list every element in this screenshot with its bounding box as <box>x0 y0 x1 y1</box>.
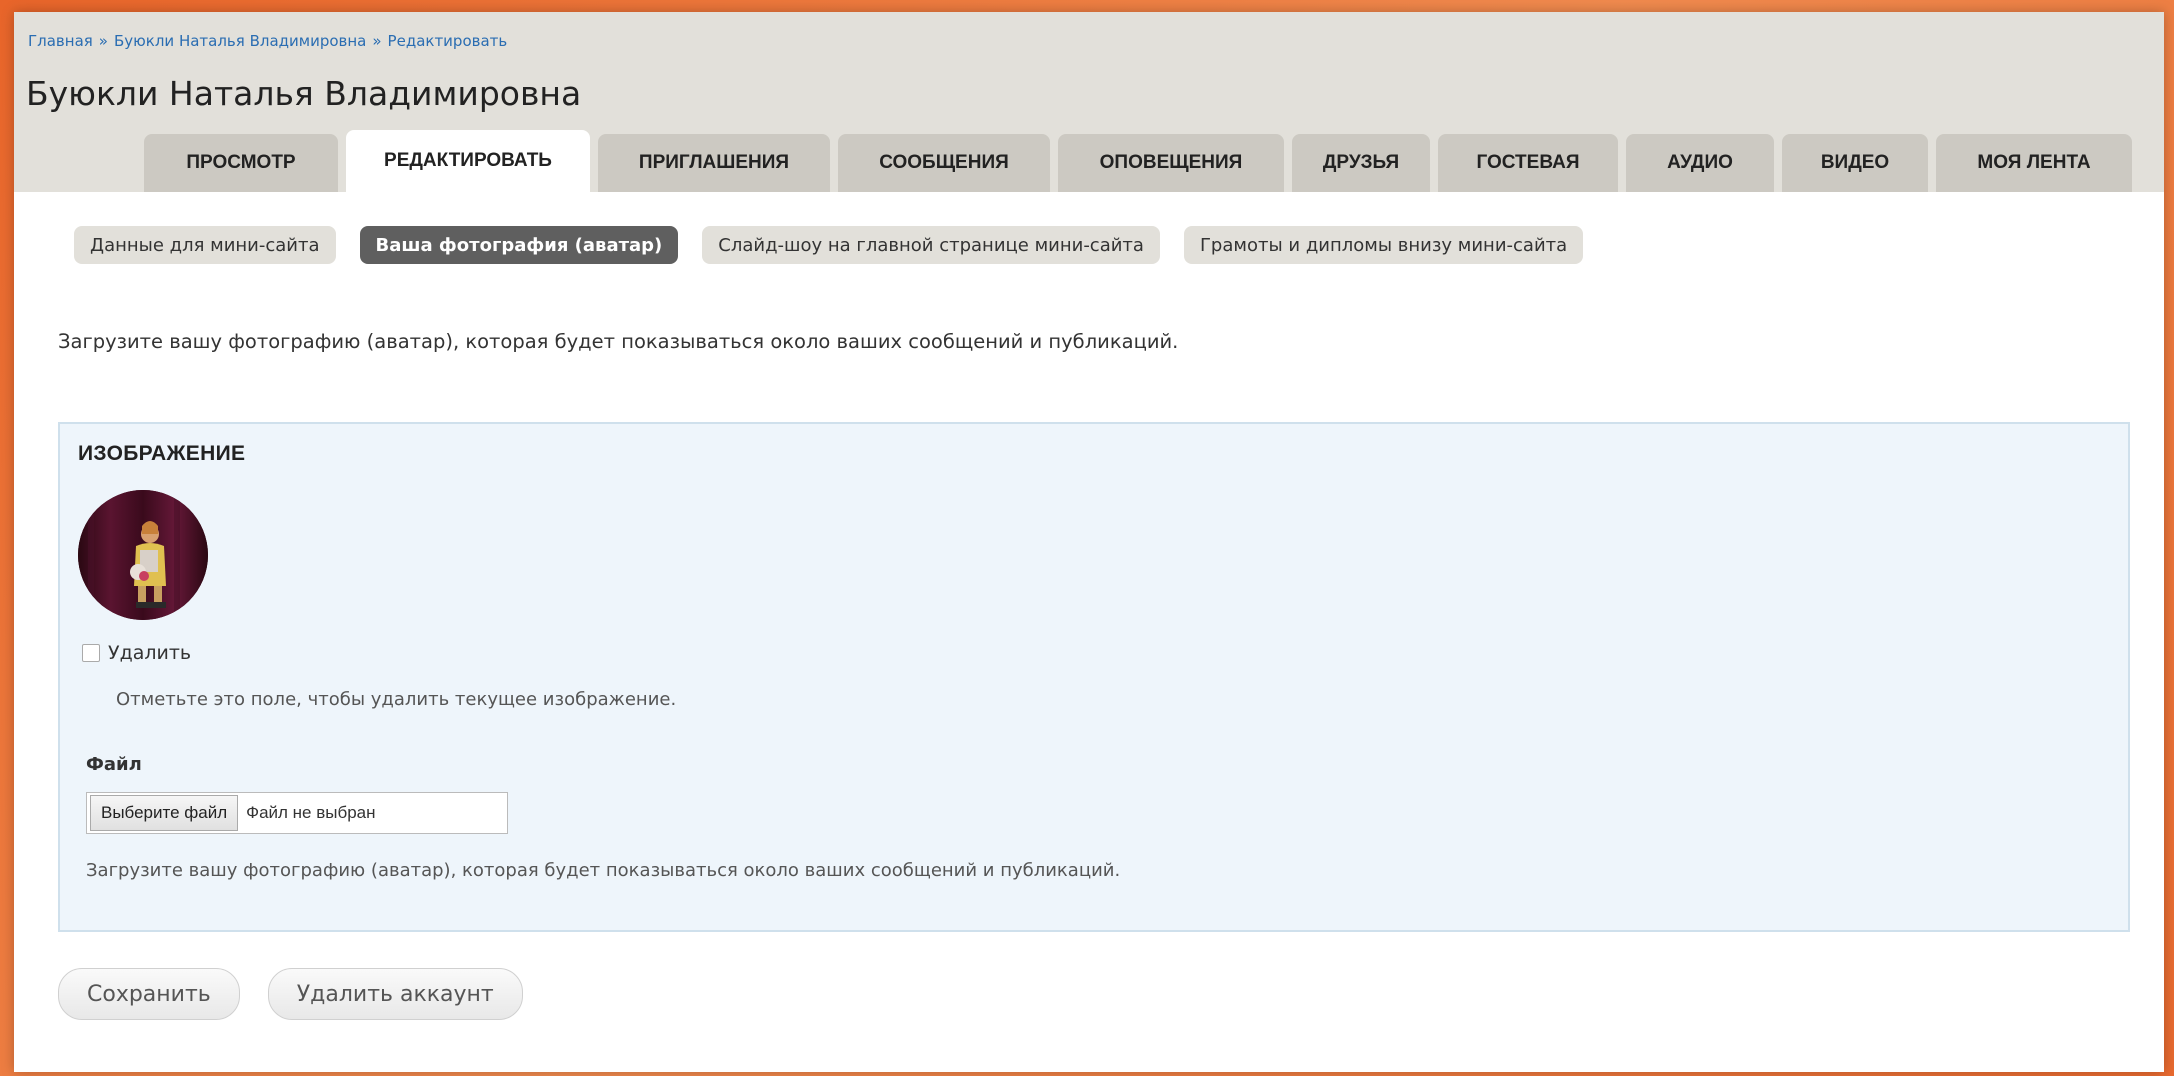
avatar-photo-icon <box>78 490 208 620</box>
page-title: Буюкли Наталья Владимировна <box>26 74 582 113</box>
delete-account-button[interactable]: Удалить аккаунт <box>267 968 523 1020</box>
tab-my-feed[interactable]: МОЯ ЛЕНТА <box>1936 134 2132 192</box>
delete-option: Удалить <box>82 642 191 664</box>
file-field-label: Файл <box>86 754 142 775</box>
delete-checkbox-label[interactable]: Удалить <box>108 642 191 664</box>
subtab-slideshow[interactable]: Слайд-шоу на главной странице мини-сайта <box>702 226 1160 264</box>
file-description: Загрузите вашу фотографию (аватар), кото… <box>86 860 1121 881</box>
breadcrumb-separator: » <box>98 32 108 50</box>
form-actions: Сохранить Удалить аккаунт <box>58 968 551 1020</box>
tab-video[interactable]: ВИДЕО <box>1782 134 1928 192</box>
intro-text: Загрузите вашу фотографию (аватар), кото… <box>58 330 1179 353</box>
subtab-avatar[interactable]: Ваша фотография (аватар) <box>359 226 679 264</box>
secondary-tabs: Данные для мини-сайта Ваша фотография (а… <box>74 226 1607 264</box>
tab-audio[interactable]: АУДИО <box>1626 134 1774 192</box>
avatar-image <box>78 490 208 620</box>
file-status-text: Файл не выбран <box>246 803 376 822</box>
tab-messages[interactable]: СООБЩЕНИЯ <box>838 134 1050 192</box>
breadcrumb-home-link[interactable]: Главная <box>28 32 93 50</box>
primary-tabs: ПРОСМОТР РЕДАКТИРОВАТЬ ПРИГЛАШЕНИЯ СООБЩ… <box>144 130 2140 192</box>
delete-checkbox[interactable] <box>82 644 100 662</box>
image-fieldset: ИЗОБРАЖЕНИЕ Удалить Отметьте это поле, ч… <box>58 422 2130 932</box>
file-upload-field[interactable]: Выберите файл Файл не выбран <box>86 792 508 834</box>
page-frame: Главная » Буюкли Наталья Владимировна » Реда… <box>14 12 2164 1072</box>
subtab-site-data[interactable]: Данные для мини-сайта <box>74 226 336 264</box>
tab-view[interactable]: ПРОСМОТР <box>144 134 338 192</box>
tab-notifications[interactable]: ОПОВЕЩЕНИЯ <box>1058 134 1284 192</box>
subtab-diplomas[interactable]: Грамоты и дипломы внизу мини-сайта <box>1183 226 1584 264</box>
breadcrumb-separator: » <box>372 32 382 50</box>
fieldset-title: ИЗОБРАЖЕНИЕ <box>78 442 246 465</box>
choose-file-button[interactable]: Выберите файл <box>90 795 239 831</box>
page-header: Главная » Буюкли Наталья Владимировна » Реда… <box>14 12 2164 192</box>
save-button[interactable]: Сохранить <box>58 968 240 1020</box>
tab-edit[interactable]: РЕДАКТИРОВАТЬ <box>346 130 590 192</box>
delete-description: Отметьте это поле, чтобы удалить текущее… <box>116 689 677 710</box>
tab-guestbook[interactable]: ГОСТЕВАЯ <box>1438 134 1618 192</box>
breadcrumb-edit-link[interactable]: Редактировать <box>388 32 508 50</box>
tab-invitations[interactable]: ПРИГЛАШЕНИЯ <box>598 134 830 192</box>
breadcrumb-profile-link[interactable]: Буюкли Наталья Владимировна <box>114 32 366 50</box>
breadcrumb: Главная » Буюкли Наталья Владимировна » Реда… <box>28 32 507 50</box>
tab-friends[interactable]: ДРУЗЬЯ <box>1292 134 1430 192</box>
